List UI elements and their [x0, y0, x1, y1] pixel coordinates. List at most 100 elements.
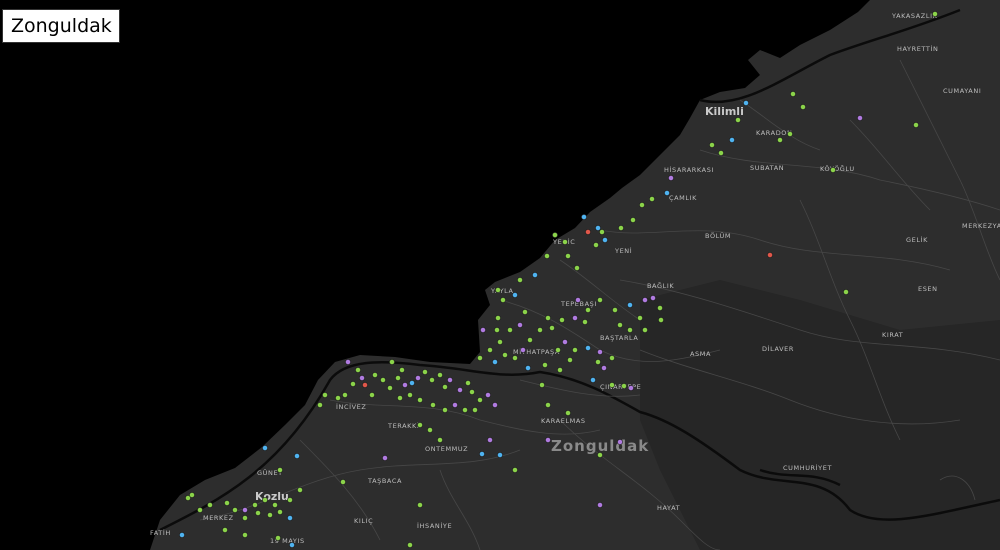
poi-marker[interactable] [289, 542, 295, 548]
poi-marker[interactable] [597, 452, 603, 458]
poi-marker[interactable] [275, 535, 281, 541]
poi-marker[interactable] [252, 502, 258, 508]
poi-marker[interactable] [664, 190, 670, 196]
poi-marker[interactable] [267, 512, 273, 518]
poi-marker[interactable] [718, 150, 724, 156]
poi-marker[interactable] [562, 339, 568, 345]
poi-marker[interactable] [582, 319, 588, 325]
poi-marker[interactable] [415, 375, 421, 381]
poi-marker[interactable] [477, 397, 483, 403]
poi-marker[interactable] [522, 309, 528, 315]
poi-marker[interactable] [545, 402, 551, 408]
poi-marker[interactable] [372, 372, 378, 378]
poi-marker[interactable] [565, 253, 571, 259]
poi-marker[interactable] [472, 407, 478, 413]
poi-marker[interactable] [287, 515, 293, 521]
poi-marker[interactable] [572, 347, 578, 353]
poi-marker[interactable] [189, 492, 195, 498]
poi-marker[interactable] [621, 383, 627, 389]
poi-marker[interactable] [787, 131, 793, 137]
poi-marker[interactable] [618, 225, 624, 231]
poi-marker[interactable] [657, 305, 663, 311]
poi-marker[interactable] [520, 347, 526, 353]
poi-marker[interactable] [562, 239, 568, 245]
poi-marker[interactable] [539, 382, 545, 388]
poi-marker[interactable] [500, 297, 506, 303]
poi-marker[interactable] [565, 410, 571, 416]
poi-marker[interactable] [595, 359, 601, 365]
poi-marker[interactable] [627, 327, 633, 333]
poi-marker[interactable] [399, 367, 405, 373]
poi-marker[interactable] [350, 381, 356, 387]
poi-marker[interactable] [480, 327, 486, 333]
poi-marker[interactable] [442, 384, 448, 390]
poi-marker[interactable] [297, 487, 303, 493]
poi-marker[interactable] [497, 452, 503, 458]
poi-marker[interactable] [668, 175, 674, 181]
poi-marker[interactable] [207, 502, 213, 508]
poi-marker[interactable] [617, 439, 623, 445]
poi-marker[interactable] [287, 497, 293, 503]
poi-marker[interactable] [517, 322, 523, 328]
poi-marker[interactable] [362, 382, 368, 388]
poi-marker[interactable] [395, 375, 401, 381]
poi-marker[interactable] [627, 302, 633, 308]
poi-marker[interactable] [409, 380, 415, 386]
poi-marker[interactable] [242, 507, 248, 513]
poi-marker[interactable] [549, 325, 555, 331]
poi-marker[interactable] [387, 385, 393, 391]
poi-marker[interactable] [262, 445, 268, 451]
poi-marker[interactable] [197, 507, 203, 513]
poi-marker[interactable] [494, 327, 500, 333]
poi-marker[interactable] [242, 532, 248, 538]
poi-marker[interactable] [574, 265, 580, 271]
poi-marker[interactable] [729, 137, 735, 143]
poi-marker[interactable] [597, 297, 603, 303]
poi-marker[interactable] [487, 437, 493, 443]
poi-marker[interactable] [495, 315, 501, 321]
poi-marker[interactable] [447, 377, 453, 383]
poi-marker[interactable] [430, 402, 436, 408]
poi-marker[interactable] [743, 100, 749, 106]
poi-marker[interactable] [407, 392, 413, 398]
poi-marker[interactable] [272, 502, 278, 508]
map-svg[interactable]: YAKASAZLIK HAYRETTİN CUMAYANI Kilimli KA… [0, 0, 1000, 550]
poi-marker[interactable] [602, 237, 608, 243]
poi-marker[interactable] [382, 455, 388, 461]
poi-marker[interactable] [342, 392, 348, 398]
map-canvas[interactable]: YAKASAZLIK HAYRETTİN CUMAYANI Kilimli KA… [0, 0, 1000, 550]
poi-marker[interactable] [407, 542, 413, 548]
poi-marker[interactable] [427, 427, 433, 433]
poi-marker[interactable] [402, 382, 408, 388]
poi-marker[interactable] [502, 352, 508, 358]
poi-marker[interactable] [179, 532, 185, 538]
poi-marker[interactable] [340, 479, 346, 485]
poi-marker[interactable] [599, 229, 605, 235]
poi-marker[interactable] [222, 527, 228, 533]
poi-marker[interactable] [800, 104, 806, 110]
poi-marker[interactable] [457, 387, 463, 393]
poi-marker[interactable] [527, 337, 533, 343]
poi-marker[interactable] [932, 11, 938, 17]
poi-marker[interactable] [552, 232, 558, 238]
poi-marker[interactable] [422, 369, 428, 375]
poi-marker[interactable] [542, 362, 548, 368]
poi-marker[interactable] [532, 272, 538, 278]
poi-marker[interactable] [224, 500, 230, 506]
poi-marker[interactable] [790, 91, 796, 97]
poi-marker[interactable] [843, 289, 849, 295]
poi-marker[interactable] [585, 345, 591, 351]
poi-marker[interactable] [612, 307, 618, 313]
poi-marker[interactable] [650, 295, 656, 301]
poi-marker[interactable] [512, 355, 518, 361]
poi-marker[interactable] [469, 389, 475, 395]
poi-marker[interactable] [437, 372, 443, 378]
poi-marker[interactable] [232, 507, 238, 513]
poi-marker[interactable] [442, 407, 448, 413]
poi-marker[interactable] [545, 437, 551, 443]
poi-marker[interactable] [417, 502, 423, 508]
poi-marker[interactable] [345, 359, 351, 365]
poi-marker[interactable] [595, 225, 601, 231]
poi-marker[interactable] [567, 357, 573, 363]
poi-marker[interactable] [437, 437, 443, 443]
